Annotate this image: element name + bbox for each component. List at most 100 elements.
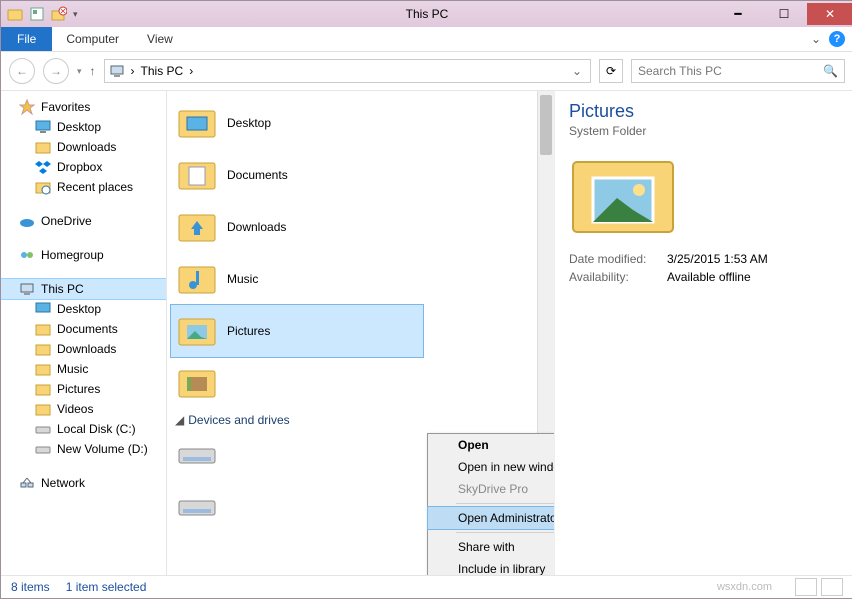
folder-icon: [35, 321, 51, 337]
folder-music[interactable]: Music: [171, 253, 423, 305]
folder-icon: [7, 6, 23, 22]
window-title: This PC: [406, 7, 449, 21]
nav-pc-pictures[interactable]: Pictures: [1, 379, 166, 399]
ctx-include-library[interactable]: Include in library▶: [428, 558, 555, 575]
address-location: This PC: [141, 64, 184, 78]
devices-section[interactable]: ◢Devices and drives: [171, 409, 419, 429]
view-icons-button[interactable]: [821, 578, 843, 596]
pictures-folder-icon: [177, 311, 217, 351]
titlebar[interactable]: ✕ ▾ This PC ━ ☐ ✕: [1, 1, 852, 27]
nav-pc-videos[interactable]: Videos: [1, 399, 166, 419]
drive-icon: [35, 421, 51, 437]
nav-thispc[interactable]: This PC: [1, 279, 166, 299]
drive-icon: [177, 435, 217, 475]
nav-pc-downloads[interactable]: Downloads: [1, 339, 166, 359]
computer-tab[interactable]: Computer: [52, 27, 133, 51]
folder-videos[interactable]: [171, 357, 423, 409]
navigation-pane: Favorites Desktop Downloads Dropbox Rece…: [1, 91, 167, 575]
drive-icon: [177, 487, 217, 527]
ctx-open-new-window[interactable]: Open in new window: [428, 456, 555, 478]
star-icon: [19, 99, 35, 115]
folder-documents[interactable]: Documents: [171, 149, 423, 201]
scrollbar-thumb[interactable]: [540, 95, 552, 155]
back-button[interactable]: ←: [9, 58, 35, 84]
nav-item-desktop[interactable]: Desktop: [1, 117, 166, 137]
properties-icon[interactable]: [29, 6, 45, 22]
up-button[interactable]: ↑: [90, 64, 96, 78]
folder-downloads[interactable]: Downloads: [171, 201, 423, 253]
context-menu: Open Open in new window SkyDrive Pro▶ Op…: [427, 433, 555, 575]
ctx-open[interactable]: Open: [428, 434, 555, 456]
nav-network[interactable]: Network: [1, 473, 166, 493]
nav-item-downloads[interactable]: Downloads: [1, 137, 166, 157]
preview-thumbnail-icon: [569, 148, 679, 238]
nav-item-dropbox[interactable]: Dropbox: [1, 157, 166, 177]
drive-newvol[interactable]: [171, 481, 423, 533]
folder-icon: [35, 341, 51, 357]
preview-subtitle: System Folder: [569, 124, 839, 138]
thispc-icon: [19, 281, 35, 297]
folder-desktop[interactable]: Desktop: [171, 97, 423, 149]
folder-icon: [35, 401, 51, 417]
network-icon: [19, 475, 35, 491]
address-input[interactable]: › This PC › ⌄: [104, 59, 591, 83]
view-tab[interactable]: View: [133, 27, 187, 51]
nav-homegroup[interactable]: Homegroup: [1, 245, 166, 265]
explorer-window: ✕ ▾ This PC ━ ☐ ✕ File Computer View ⌄ ?…: [0, 0, 852, 599]
preview-title: Pictures: [569, 101, 839, 122]
details-pane: Pictures System Folder Date modified: 3/…: [555, 91, 852, 575]
homegroup-icon: [19, 247, 35, 263]
ctx-share-with[interactable]: Share with▶: [428, 536, 555, 558]
meta-avail-label: Availability:: [569, 270, 659, 284]
search-placeholder: Search This PC: [638, 64, 722, 78]
search-icon: 🔍: [823, 64, 838, 78]
videos-folder-icon: [177, 363, 217, 403]
meta-date-value: 3/25/2015 1:53 AM: [667, 252, 839, 266]
dropbox-icon: [35, 159, 51, 175]
nav-pc-music[interactable]: Music: [1, 359, 166, 379]
recent-locations-icon[interactable]: ▾: [77, 66, 82, 77]
cloud-icon: [19, 213, 35, 229]
drive-icon: [35, 441, 51, 457]
nav-pc-desktop[interactable]: Desktop: [1, 299, 166, 319]
ctx-skydrive-pro[interactable]: SkyDrive Pro▶: [428, 478, 555, 500]
nav-pc-localdisk[interactable]: Local Disk (C:): [1, 419, 166, 439]
music-folder-icon: [177, 259, 217, 299]
ribbon-tabs: File Computer View ⌄ ?: [1, 27, 852, 52]
close-button[interactable]: ✕: [807, 3, 852, 25]
maximize-button[interactable]: ☐: [761, 3, 807, 25]
view-details-button[interactable]: [795, 578, 817, 596]
nav-pc-newvolume[interactable]: New Volume (D:): [1, 439, 166, 459]
ribbon-toggle-icon[interactable]: ⌄: [811, 32, 821, 46]
address-history-icon[interactable]: ⌄: [568, 64, 586, 78]
refresh-button[interactable]: ⟳: [599, 59, 623, 83]
address-bar: ← → ▾ ↑ › This PC › ⌄ ⟳ Search This PC 🔍: [1, 52, 852, 91]
quick-access-toolbar: ✕ ▾: [1, 6, 84, 22]
minimize-button[interactable]: ━: [715, 3, 761, 25]
search-input[interactable]: Search This PC 🔍: [631, 59, 845, 83]
new-folder-icon[interactable]: ✕: [51, 6, 67, 22]
separator: [456, 503, 555, 504]
nav-pc-documents[interactable]: Documents: [1, 319, 166, 339]
collapse-icon[interactable]: ◢: [175, 413, 184, 427]
nav-onedrive[interactable]: OneDrive: [1, 211, 166, 231]
help-button[interactable]: ?: [829, 31, 845, 47]
desktop-folder-icon: [177, 103, 217, 143]
item-list[interactable]: Desktop Documents Downloads Music Pictur…: [167, 91, 555, 575]
nav-favorites[interactable]: Favorites: [1, 97, 166, 117]
recent-icon: [35, 179, 51, 195]
meta-avail-value: Available offline: [667, 270, 839, 284]
file-tab[interactable]: File: [1, 27, 52, 51]
meta-date-label: Date modified:: [569, 252, 659, 266]
ctx-admin-cmd-here[interactable]: Open Administrator Command Prompt Here: [428, 507, 555, 529]
status-selected: 1 item selected: [66, 580, 147, 594]
downloads-folder-icon: [177, 207, 217, 247]
qat-dropdown-icon[interactable]: ▾: [73, 9, 78, 20]
folder-pictures[interactable]: Pictures: [171, 305, 423, 357]
folder-icon: [35, 381, 51, 397]
status-item-count: 8 items: [11, 580, 50, 594]
nav-item-recent[interactable]: Recent places: [1, 177, 166, 197]
forward-button[interactable]: →: [43, 58, 69, 84]
drive-local[interactable]: [171, 429, 423, 481]
desktop-icon: [35, 119, 51, 135]
